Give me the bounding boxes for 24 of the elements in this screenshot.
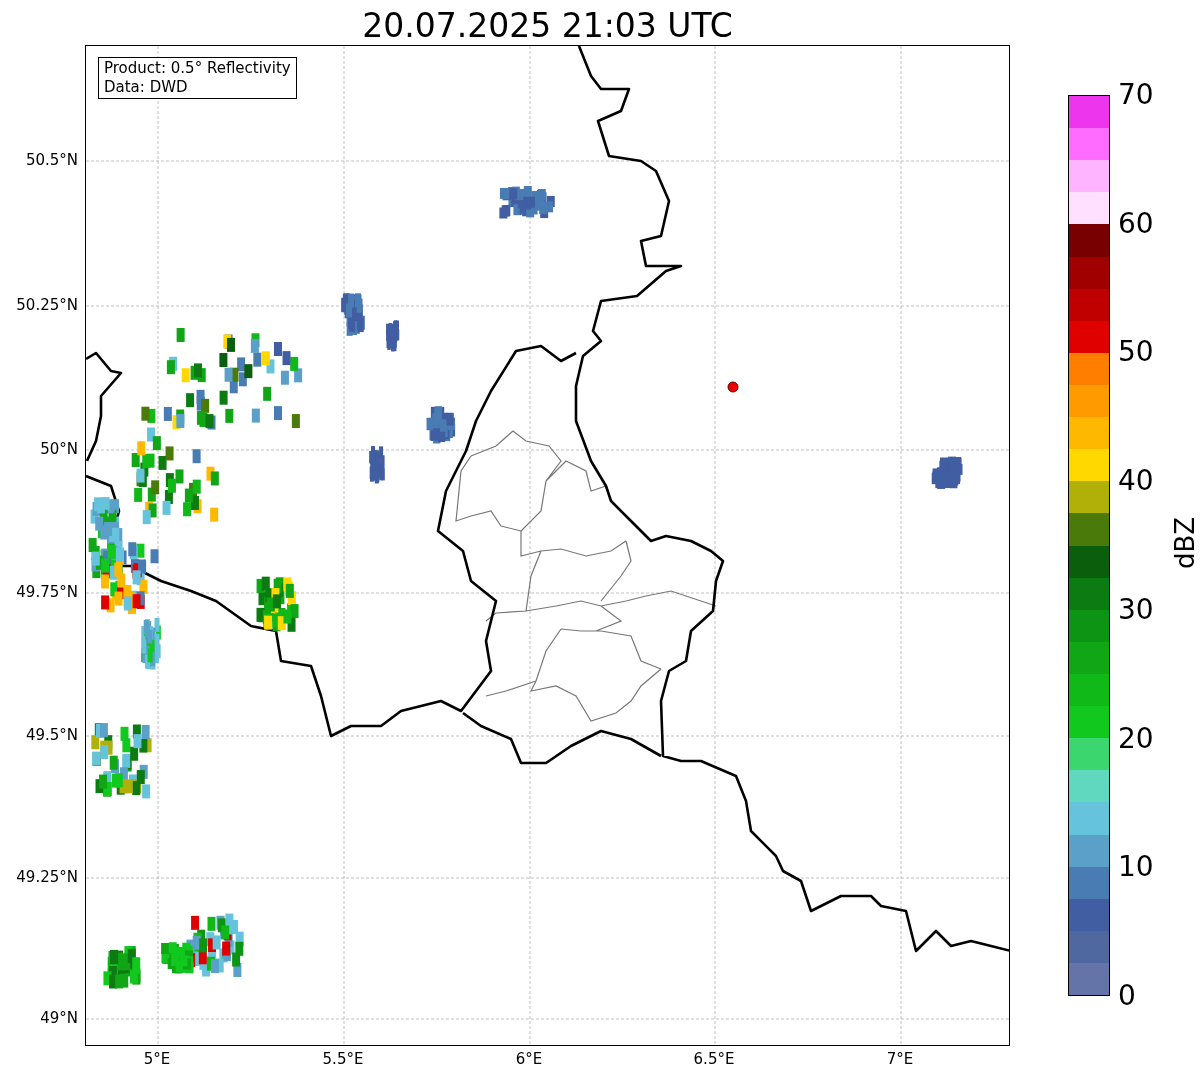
data-source-label: Data: DWD: [104, 78, 189, 97]
colorbar-label: dBZ: [1170, 515, 1200, 572]
chart-title: 20.07.2025 21:03 UTC: [361, 5, 734, 47]
colorbar-tick-label: 50: [1118, 336, 1154, 369]
latitude-label: 49°N: [39, 1009, 78, 1027]
latitude-label: 50.25°N: [15, 296, 78, 314]
product-label: Product: 0.5° Reflectivity: [104, 59, 291, 78]
colorbar-tick-label: 10: [1118, 851, 1154, 884]
longitude-label: 7°E: [885, 1050, 915, 1068]
latitude-label: 50°N: [39, 440, 78, 458]
latitude-label: 50.5°N: [24, 151, 78, 169]
colorbar-tick-label: 60: [1118, 207, 1154, 240]
colorbar-tick-label: 30: [1118, 593, 1154, 626]
colorbar-tick-label: 20: [1118, 722, 1154, 755]
colorbar-tick-label: 0: [1118, 980, 1136, 1012]
longitude-label: 6.5°E: [692, 1050, 736, 1068]
latitude-label: 49.5°N: [24, 726, 78, 744]
latitude-label: 49.25°N: [15, 868, 78, 886]
longitude-label: 6°E: [514, 1050, 544, 1068]
longitude-label: 5.5°E: [321, 1050, 365, 1068]
colorbar-tick-label: 70: [1118, 79, 1154, 111]
latitude-label: 49.75°N: [15, 583, 78, 601]
colorbar-tick-label: 40: [1118, 465, 1154, 498]
longitude-label: 5°E: [142, 1050, 172, 1068]
